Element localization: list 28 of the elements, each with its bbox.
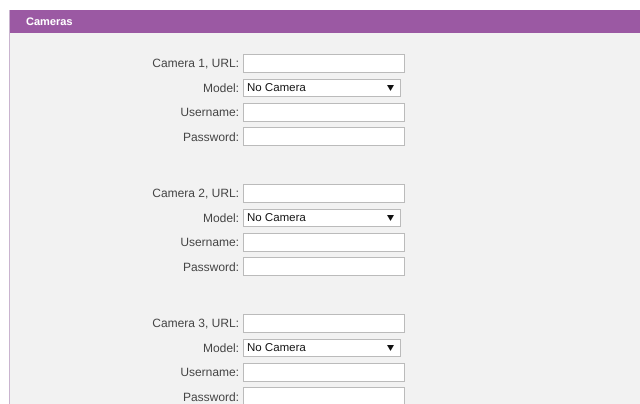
input-field[interactable] (243, 54, 405, 73)
password-field[interactable] (243, 387, 405, 404)
input-field[interactable] (243, 314, 405, 333)
caret-icon (387, 344, 394, 351)
field-label: Camera 1, URL: (151, 56, 240, 70)
field-label: Camera 2, URL: (151, 186, 240, 200)
input-field[interactable] (243, 102, 405, 122)
password-field[interactable] (243, 127, 405, 146)
field-label: Username: (179, 235, 240, 250)
field-label: Model: (202, 80, 240, 95)
field-label: Username: (179, 365, 240, 380)
field-label: Password: (182, 390, 240, 404)
input-field[interactable] (243, 362, 405, 382)
input-field[interactable] (243, 184, 405, 203)
model-dropdown[interactable]: No Camera (243, 338, 401, 357)
model-dropdown[interactable]: No Camera (243, 208, 401, 227)
field-label: Model: (202, 340, 240, 355)
input-field[interactable] (243, 232, 405, 252)
caret-icon (387, 214, 394, 221)
field-label: Camera 3, URL: (151, 316, 240, 330)
field-label: Model: (202, 210, 240, 225)
model-dropdown[interactable]: No Camera (243, 78, 401, 97)
caret-icon (387, 84, 394, 91)
password-field[interactable] (243, 257, 405, 276)
field-label: Password: (182, 260, 240, 274)
panel-title: Cameras (26, 16, 72, 28)
field-label: Password: (182, 130, 240, 144)
field-label: Username: (179, 105, 240, 120)
